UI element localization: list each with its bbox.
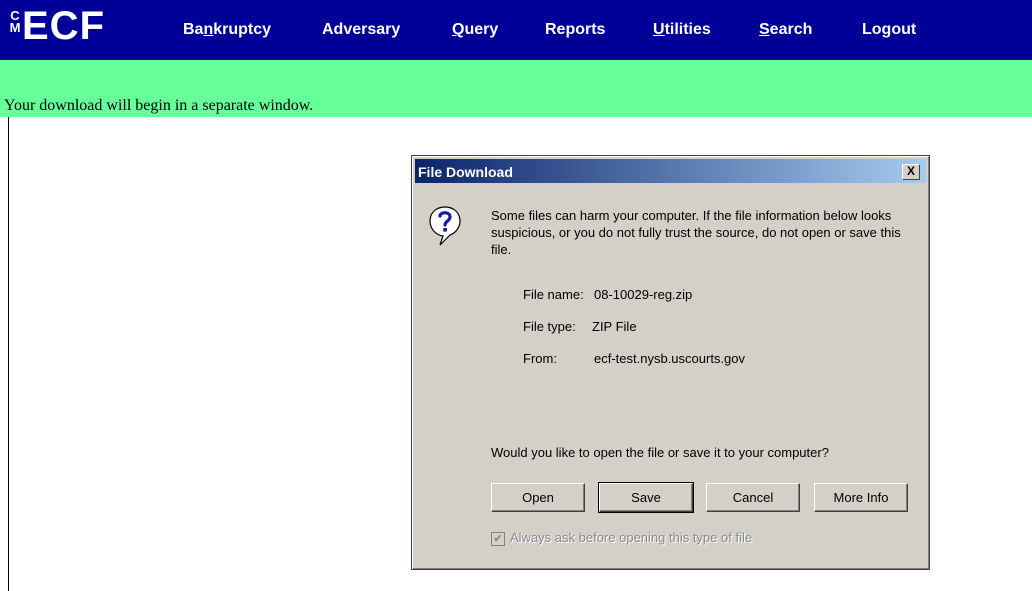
from-value: ecf-test.nysb.uscourts.gov bbox=[594, 351, 746, 366]
cancel-button[interactable]: Cancel bbox=[706, 483, 800, 512]
nav-label-part: Reports bbox=[545, 21, 606, 38]
from-label: From: bbox=[523, 351, 557, 366]
logo-ecf-text: ECF bbox=[22, 4, 105, 48]
nav-label-accelerator: S bbox=[759, 21, 770, 38]
nav-label-part: uery bbox=[464, 21, 499, 38]
nav-label-part: Adversary bbox=[322, 21, 401, 38]
dialog-title: File Download bbox=[418, 164, 513, 180]
always-ask-label: Always ask before opening this type of f… bbox=[510, 530, 753, 545]
nav-label-part: kruptcy bbox=[213, 21, 272, 38]
logo-cm: CM bbox=[8, 8, 22, 48]
nav-adversary[interactable]: Adversary bbox=[322, 21, 400, 39]
logo-cm-text: CM bbox=[9, 8, 21, 35]
file-name-value: 08-10029-reg.zip bbox=[594, 287, 693, 302]
top-navbar: CM ECF Bankruptcy Adversary Query Report… bbox=[0, 0, 1032, 60]
file-type-label: File type: bbox=[523, 319, 576, 334]
nav-reports[interactable]: Reports bbox=[545, 21, 605, 39]
more-info-button[interactable]: More Info bbox=[814, 483, 908, 512]
nav-utilities[interactable]: Utilities bbox=[653, 21, 711, 39]
close-icon[interactable]: X bbox=[902, 164, 920, 180]
security-warning-text: Some files can harm your computer. If th… bbox=[491, 208, 901, 257]
nav-label-part: Logout bbox=[862, 21, 917, 38]
nav-query[interactable]: Query bbox=[452, 21, 498, 39]
dialog-titlebar[interactable]: File Download X bbox=[415, 159, 926, 183]
page-left-border bbox=[8, 117, 9, 591]
download-message: Your download will begin in a separate w… bbox=[4, 97, 314, 114]
open-save-question: Would you like to open the file or save … bbox=[491, 445, 829, 460]
nav-label-accelerator: U bbox=[653, 21, 665, 38]
nav-logout[interactable]: Logout bbox=[862, 21, 916, 39]
file-download-dialog: File Download X Some files can harm your… bbox=[411, 155, 930, 570]
nav-label-part: Ba bbox=[183, 21, 204, 38]
message-bar: Your download will begin in a separate w… bbox=[0, 60, 1032, 117]
nav-label-part: tilities bbox=[664, 21, 711, 38]
save-button[interactable]: Save bbox=[598, 482, 694, 513]
file-name-label: File name: bbox=[523, 287, 584, 302]
check-icon: ✔ bbox=[493, 533, 503, 545]
nav-label-accelerator: n bbox=[203, 21, 214, 38]
nav-bankruptcy[interactable]: Bankruptcy bbox=[183, 21, 271, 39]
nav-label-part: earch bbox=[769, 21, 813, 38]
always-ask-checkbox[interactable]: ✔ bbox=[491, 532, 505, 546]
question-icon bbox=[429, 206, 461, 246]
nav-label-accelerator: Q bbox=[452, 21, 465, 38]
open-button[interactable]: Open bbox=[491, 483, 585, 512]
file-type-value: ZIP File bbox=[592, 319, 637, 334]
nav-search[interactable]: Search bbox=[759, 21, 812, 39]
